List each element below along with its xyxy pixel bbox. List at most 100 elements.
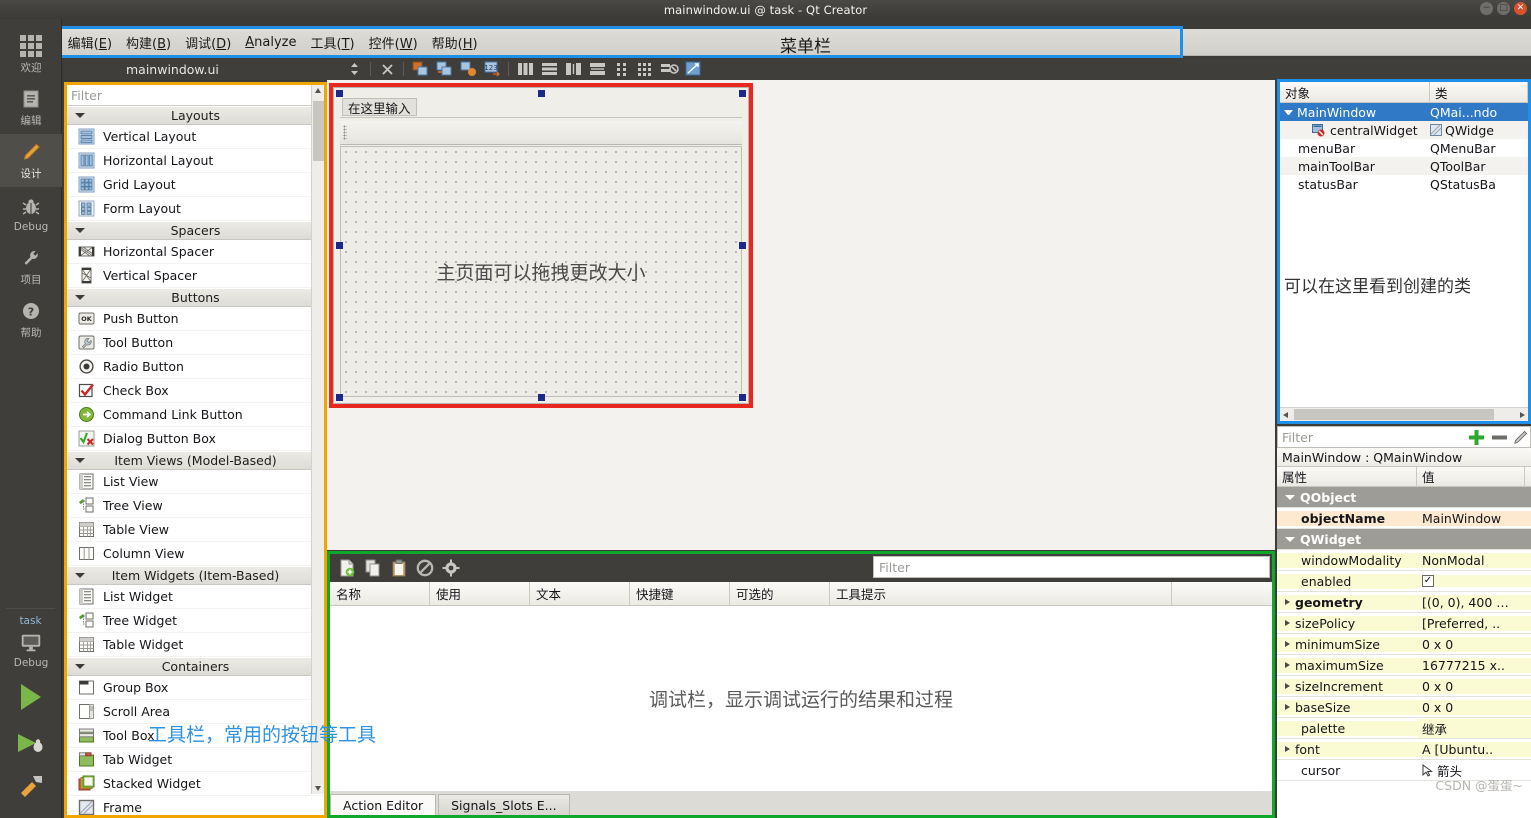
object-row[interactable]: MainWindow QMai...ndo [1280, 103, 1528, 121]
widget-item[interactable]: Radio Button [67, 355, 324, 379]
plus-icon[interactable] [1464, 429, 1488, 445]
property-row[interactable]: geometry [(0, 0), 400 … [1277, 592, 1531, 613]
chevron-down-icon[interactable] [1285, 536, 1295, 542]
hscroll-thumb[interactable] [1294, 409, 1494, 420]
action-editor-filter[interactable]: Filter [873, 556, 1270, 578]
widget-item[interactable]: OK Push Button [67, 307, 324, 331]
split-icon[interactable] [343, 60, 365, 78]
form-selection-frame[interactable]: 在这里输入 主页面可以拖拽更改大小 [329, 83, 753, 408]
object-inspector-hscrollbar[interactable] [1280, 407, 1528, 421]
configure-icon[interactable] [1510, 430, 1530, 445]
close-icon[interactable] [376, 60, 398, 78]
widget-item[interactable]: Tab Widget [67, 748, 324, 772]
widget-box-list[interactable]: Layouts Vertical Layout Horizontal Layout G… [67, 106, 324, 815]
mode-help[interactable]: ? 帮助 [0, 293, 62, 346]
chevron-right-icon[interactable] [1285, 662, 1290, 668]
widget-item[interactable]: Horizontal Layout [67, 149, 324, 173]
edit-widgets-icon[interactable] [409, 60, 431, 78]
widget-item[interactable]: Stacked Widget [67, 772, 324, 796]
widget-item[interactable]: List Widget [67, 585, 324, 609]
action-column-header[interactable]: 名称 [330, 582, 430, 605]
widget-group-header[interactable]: Layouts [67, 106, 324, 125]
action-editor-tab[interactable]: Signals_Slots E... [438, 794, 570, 815]
form-window[interactable]: 在这里输入 主页面可以拖拽更改大小 [333, 87, 749, 404]
layout-splitter-h-icon[interactable] [562, 60, 584, 78]
widget-item[interactable]: Vertical Spacer [67, 264, 324, 288]
widget-item[interactable]: Form Layout [67, 197, 324, 221]
widget-group-header[interactable]: Spacers [67, 221, 324, 240]
build-button[interactable] [0, 765, 62, 805]
scroll-down-icon[interactable] [315, 786, 321, 791]
property-column-header[interactable]: 值 [1417, 467, 1525, 486]
mode-edit[interactable]: 编辑 [0, 81, 62, 134]
mode-debug[interactable]: Debug [0, 187, 62, 240]
document-filename[interactable]: mainwindow.ui [126, 62, 219, 77]
layout-horizontal-icon[interactable] [514, 60, 536, 78]
property-row[interactable]: windowModality NonModal [1277, 550, 1531, 571]
widget-item[interactable]: Dialog Button Box [67, 427, 324, 451]
run-button[interactable] [0, 673, 62, 721]
property-row[interactable]: palette 继承 [1277, 718, 1531, 739]
maximize-button[interactable]: □ [1497, 2, 1510, 15]
property-row[interactable]: font A [Ubuntu.. [1277, 739, 1531, 760]
widget-item[interactable]: Tree View [67, 494, 324, 518]
object-inspector-rows[interactable]: MainWindow QMai...ndo centralWidget QWidge m… [1280, 103, 1528, 193]
layout-vertical-icon[interactable] [538, 60, 560, 78]
form-central-widget[interactable]: 主页面可以拖拽更改大小 [340, 146, 742, 397]
property-row[interactable]: sizeIncrement 0 x 0 [1277, 676, 1531, 697]
property-row[interactable]: maximumSize 16777215 x.. [1277, 655, 1531, 676]
chevron-down-icon[interactable] [1285, 494, 1295, 500]
chevron-right-icon[interactable] [1285, 620, 1290, 626]
property-row[interactable]: minimumSize 0 x 0 [1277, 634, 1531, 655]
object-row[interactable]: statusBar QStatusBa [1280, 175, 1528, 193]
chevron-right-icon[interactable] [1285, 704, 1290, 710]
chevron-right-icon[interactable] [1285, 683, 1290, 689]
property-column-header[interactable]: 属性 [1277, 467, 1417, 486]
widget-item[interactable]: Command Link Button [67, 403, 324, 427]
object-column-header[interactable]: 对象 [1280, 82, 1430, 102]
resize-handle-tr[interactable] [739, 90, 746, 97]
kit-selector[interactable]: Debug [0, 627, 62, 673]
widget-group-header[interactable]: Item Widgets (Item-Based) [67, 566, 324, 585]
widget-item[interactable]: Table Widget [67, 633, 324, 657]
chevron-right-icon[interactable] [1285, 746, 1290, 752]
form-tool-bar[interactable] [340, 121, 742, 145]
edit-tab-order-icon[interactable]: 123 [481, 60, 503, 78]
resize-handle-br[interactable] [739, 394, 746, 401]
widget-group-header[interactable]: Containers [67, 657, 324, 676]
form-menu-placeholder[interactable]: 在这里输入 [342, 98, 417, 116]
property-row[interactable]: objectName MainWindow [1277, 508, 1531, 529]
action-editor-tab[interactable]: Action Editor [330, 794, 437, 815]
edit-buddies-icon[interactable] [457, 60, 479, 78]
scroll-thumb[interactable] [313, 101, 324, 161]
widget-item[interactable]: Vertical Layout [67, 125, 324, 149]
chevron-down-icon[interactable] [1284, 109, 1293, 115]
action-column-header[interactable]: 可选的 [730, 582, 830, 605]
minimize-button[interactable]: − [1480, 2, 1493, 15]
widget-item[interactable]: Tree Widget [67, 609, 324, 633]
new-action-icon[interactable] [336, 559, 358, 577]
close-button[interactable]: ✕ [1514, 2, 1527, 15]
resize-handle-bc[interactable] [538, 394, 545, 401]
action-column-header[interactable]: 使用 [430, 582, 530, 605]
layout-grid-icon[interactable] [634, 60, 656, 78]
widget-item[interactable]: Frame [67, 796, 324, 815]
checkbox[interactable]: ✓ [1422, 575, 1434, 587]
widget-box-filter[interactable]: Filter [67, 85, 324, 106]
object-column-header[interactable]: 类 [1430, 82, 1528, 102]
delete-icon[interactable] [414, 559, 436, 577]
widget-group-header[interactable]: Item Views (Model-Based) [67, 451, 324, 470]
scroll-left-icon[interactable] [1283, 412, 1288, 418]
widget-item[interactable]: Check Box [67, 379, 324, 403]
adjust-size-icon[interactable] [682, 60, 704, 78]
chevron-right-icon[interactable] [1285, 599, 1290, 605]
property-editor-rows[interactable]: QObject objectName MainWindow QWidget window… [1277, 487, 1531, 781]
widget-item[interactable]: List View [67, 470, 324, 494]
layout-splitter-v-icon[interactable] [586, 60, 608, 78]
mode-design[interactable]: 设计 [0, 134, 62, 187]
widget-item[interactable]: Group Box [67, 676, 324, 700]
break-layout-icon[interactable] [658, 60, 680, 78]
property-filter-input[interactable]: Filter [1278, 430, 1464, 445]
scroll-right-icon[interactable] [1520, 412, 1525, 418]
property-row[interactable]: QWidget [1277, 529, 1531, 550]
